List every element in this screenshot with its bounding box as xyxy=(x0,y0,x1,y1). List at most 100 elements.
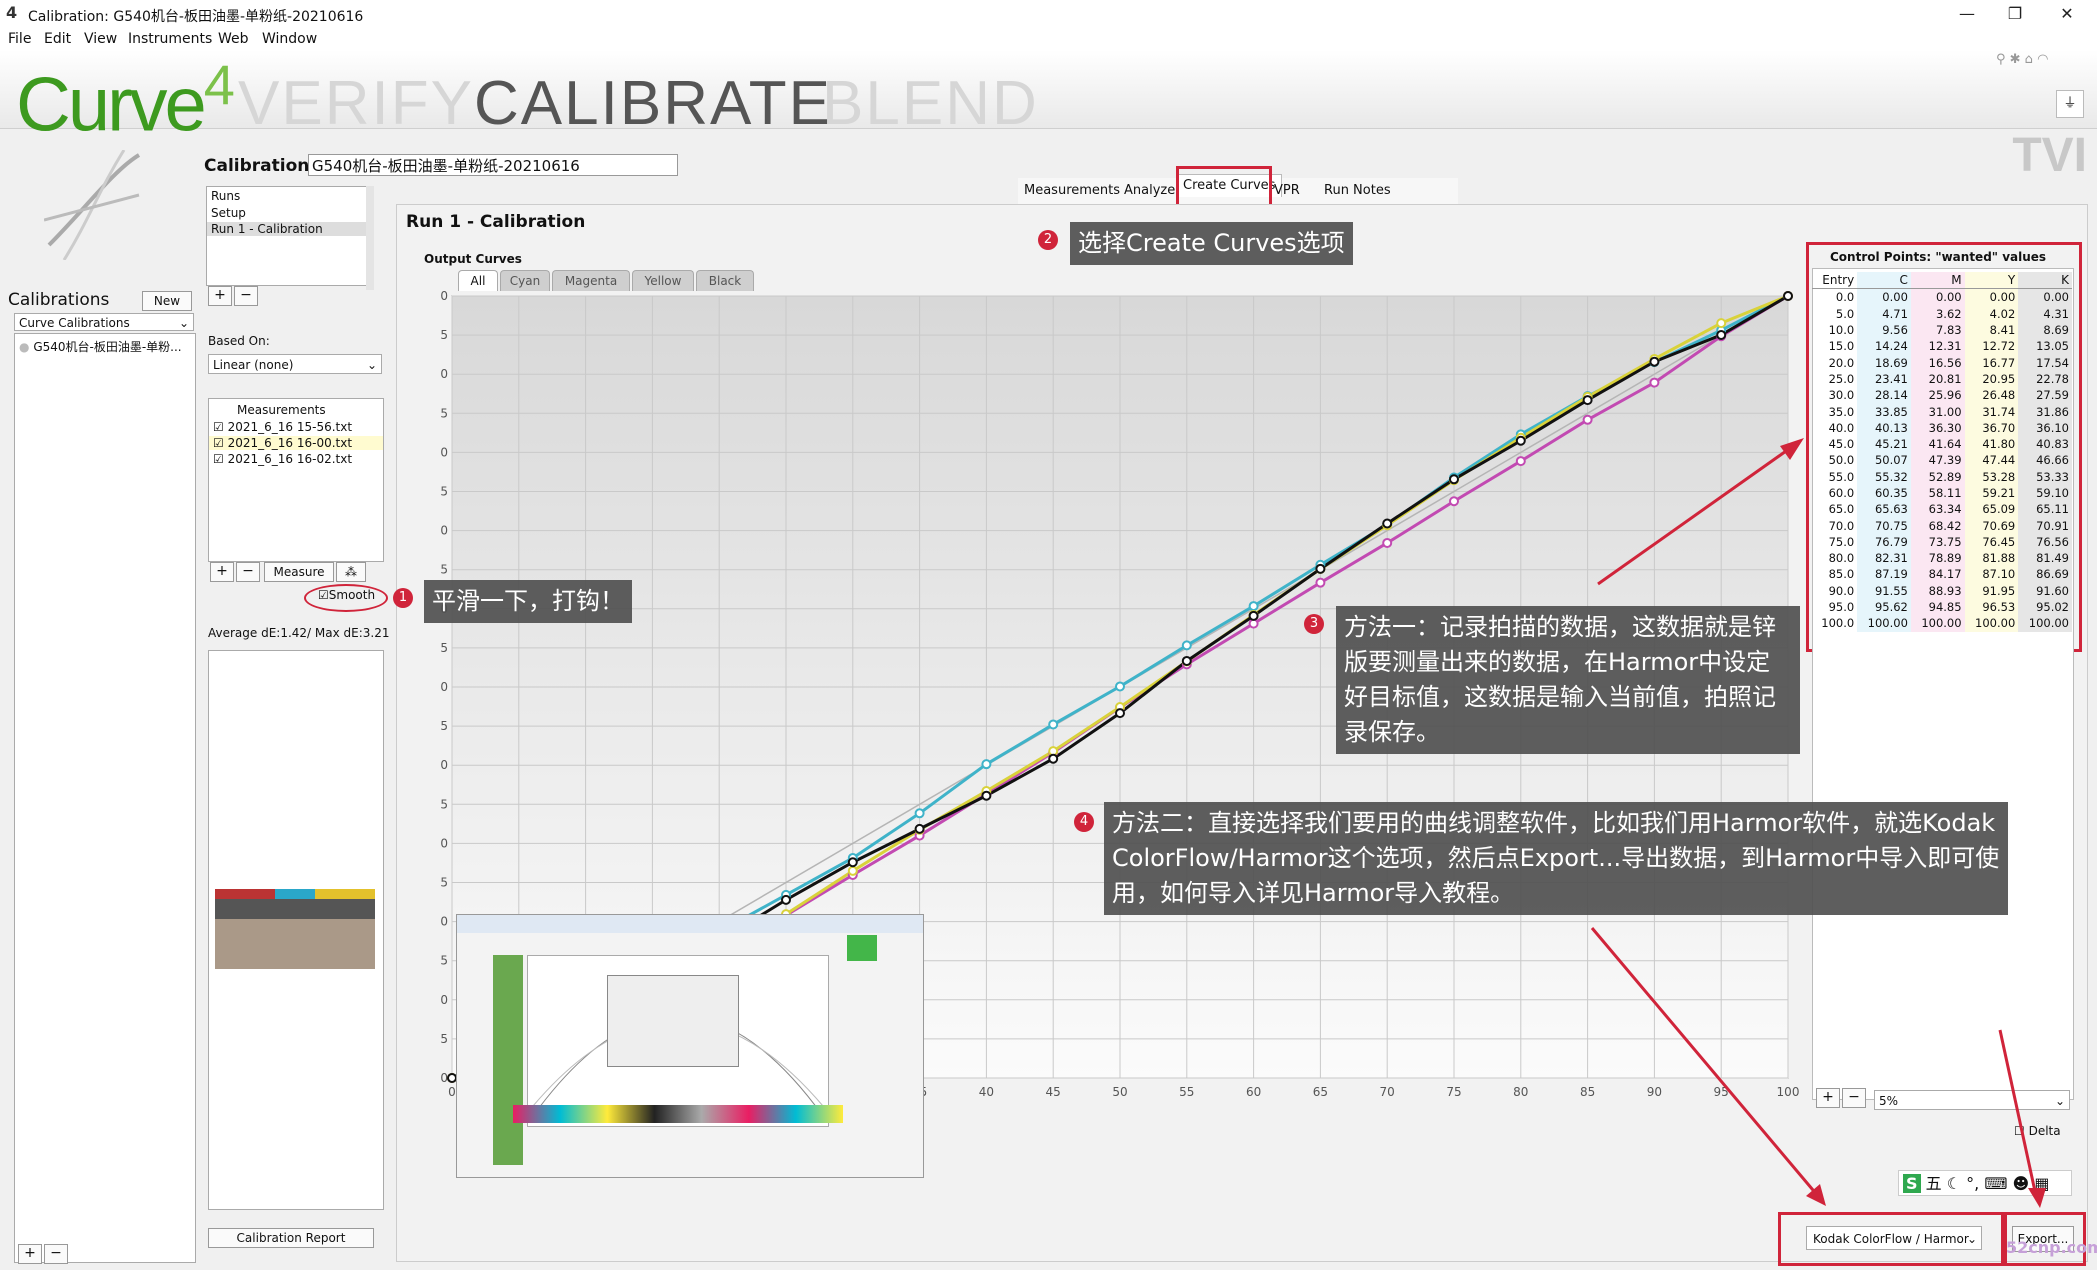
table-cell[interactable]: 87.19 xyxy=(1857,566,1911,583)
data-point-K[interactable] xyxy=(1582,395,1593,406)
table-cell[interactable]: 4.71 xyxy=(1857,305,1911,322)
table-cell[interactable]: 16.77 xyxy=(1964,354,2019,371)
table-cell[interactable]: 86.69 xyxy=(2018,566,2072,583)
data-point-C[interactable] xyxy=(1115,681,1125,692)
run-tree[interactable]: Runs Setup Run 1 - Calibration xyxy=(206,186,368,286)
menu-file[interactable]: File xyxy=(8,31,31,47)
add-calibration-button[interactable]: + xyxy=(18,1244,42,1264)
table-cell[interactable]: 95.62 xyxy=(1857,598,1911,616)
table-row[interactable]: 100.0 100.00 100.00 100.00 100.00 xyxy=(1812,615,2072,632)
table-row[interactable]: 85.0 87.19 84.17 87.10 86.69 xyxy=(1812,566,2072,583)
table-cell[interactable]: 52.89 xyxy=(1910,468,1965,485)
table-row[interactable]: 20.0 18.69 16.56 16.77 17.54 xyxy=(1812,354,2072,371)
table-cell[interactable]: 70.91 xyxy=(2018,517,2072,534)
table-cell[interactable]: 76.45 xyxy=(1964,533,2019,551)
checkbox-icon[interactable]: ☑ xyxy=(213,420,224,434)
table-cell[interactable]: 91.60 xyxy=(2018,582,2072,599)
table-cell[interactable]: 36.70 xyxy=(1964,419,2019,436)
mode-calibrate[interactable]: CALIBRATE xyxy=(474,68,832,139)
table-cell[interactable]: 75.0 xyxy=(1812,534,1857,550)
table-cell[interactable]: 10.0 xyxy=(1812,322,1857,338)
table-cell[interactable]: 91.95 xyxy=(1964,582,2019,599)
tab-run-notes[interactable]: Run Notes xyxy=(1318,180,1397,202)
table-row[interactable]: 60.0 60.35 58.11 59.21 59.10 xyxy=(1812,484,2072,502)
data-point-M[interactable] xyxy=(1449,496,1459,507)
close-icon[interactable]: ✕ xyxy=(2044,2,2090,26)
table-cell[interactable]: 0.00 xyxy=(2018,288,2072,306)
table-cell[interactable]: 100.00 xyxy=(1857,615,1911,632)
tree-item-run1[interactable]: Run 1 - Calibration xyxy=(207,222,367,236)
data-point-M[interactable] xyxy=(1649,377,1660,388)
table-cell[interactable]: 65.09 xyxy=(1964,501,2019,518)
tab-measurements[interactable]: Measurements xyxy=(1018,180,1126,202)
checkbox-icon[interactable]: ☑ xyxy=(213,452,224,466)
table-cell[interactable]: 40.0 xyxy=(1812,420,1857,436)
table-cell[interactable]: 70.69 xyxy=(1964,517,2019,534)
remove-measurement-button[interactable]: − xyxy=(236,562,260,582)
data-point-C[interactable] xyxy=(1048,719,1059,730)
table-cell[interactable]: 7.83 xyxy=(1910,321,1965,339)
menu-window[interactable]: Window xyxy=(262,31,317,47)
list-item[interactable]: ☑ 2021_6_16 16-00.txt xyxy=(209,436,383,450)
control-points-table[interactable]: Entry C M Y K 0.0 0.00 0.00 0.00 0.00 5.0 4.71 3.62… xyxy=(1812,272,2072,632)
data-point-K[interactable] xyxy=(1649,356,1660,367)
table-cell[interactable]: 45.0 xyxy=(1812,436,1857,452)
data-point-M[interactable] xyxy=(1382,537,1393,548)
tree-item-runs[interactable]: Runs xyxy=(211,189,240,203)
table-row[interactable]: 70.0 70.75 68.42 70.69 70.91 xyxy=(1812,517,2072,534)
table-cell[interactable]: 59.21 xyxy=(1964,484,2019,502)
table-row[interactable]: 95.0 95.62 94.85 96.53 95.02 xyxy=(1812,598,2072,616)
table-cell[interactable]: 15.0 xyxy=(1812,338,1857,354)
table-cell[interactable]: 8.41 xyxy=(1964,321,2019,339)
add-run-button[interactable]: + xyxy=(208,286,232,306)
table-cell[interactable]: 85.0 xyxy=(1812,566,1857,582)
table-cell[interactable]: 50.0 xyxy=(1812,452,1857,468)
table-row[interactable]: 75.0 76.79 73.75 76.45 76.56 xyxy=(1812,533,2072,551)
table-cell[interactable]: 31.74 xyxy=(1964,403,2019,420)
data-point-K[interactable] xyxy=(847,857,858,868)
table-cell[interactable]: 53.28 xyxy=(1964,468,2019,485)
table-cell[interactable]: 81.49 xyxy=(2018,550,2072,567)
table-cell[interactable]: 60.35 xyxy=(1857,484,1911,502)
table-row[interactable]: 0.0 0.00 0.00 0.00 0.00 xyxy=(1812,288,2072,306)
data-point-K[interactable] xyxy=(981,790,992,801)
tree-item-setup[interactable]: Setup xyxy=(211,206,246,220)
table-cell[interactable]: 4.31 xyxy=(2018,305,2072,322)
table-cell[interactable]: 50.07 xyxy=(1857,452,1911,469)
data-point-K[interactable] xyxy=(1048,753,1059,764)
measurements-list[interactable]: Measurements ☑ 2021_6_16 15-56.txt ☑ 202… xyxy=(208,398,384,562)
table-cell[interactable]: 40.83 xyxy=(2018,435,2072,453)
table-cell[interactable]: 31.86 xyxy=(2018,403,2072,420)
table-row[interactable]: 80.0 82.31 78.89 81.88 81.49 xyxy=(1812,550,2072,567)
table-row[interactable]: 5.0 4.71 3.62 4.02 4.31 xyxy=(1812,305,2072,322)
table-cell[interactable]: 13.05 xyxy=(2018,338,2072,355)
table-cell[interactable]: 41.64 xyxy=(1910,435,1965,453)
table-cell[interactable]: 55.0 xyxy=(1812,469,1857,485)
table-cell[interactable]: 0.00 xyxy=(1910,288,1965,306)
table-cell[interactable]: 100.00 xyxy=(2018,615,2072,632)
table-cell[interactable]: 3.62 xyxy=(1910,305,1965,322)
table-cell[interactable]: 20.95 xyxy=(1964,370,2019,388)
data-point-K[interactable] xyxy=(1716,329,1727,340)
checkbox-icon[interactable]: ☑ xyxy=(213,436,224,450)
table-cell[interactable]: 22.78 xyxy=(2018,370,2072,388)
remove-point-button[interactable]: − xyxy=(1842,1088,1866,1108)
table-row[interactable]: 65.0 65.63 63.34 65.09 65.11 xyxy=(1812,501,2072,518)
data-point-C[interactable] xyxy=(1248,601,1259,612)
table-cell[interactable]: 20.81 xyxy=(1910,370,1965,388)
table-cell[interactable]: 12.72 xyxy=(1964,338,2019,355)
data-point-K[interactable] xyxy=(1783,291,1793,301)
table-cell[interactable]: 28.14 xyxy=(1857,387,1911,404)
table-cell[interactable]: 94.85 xyxy=(1910,598,1965,616)
add-measurement-button[interactable]: + xyxy=(210,562,234,582)
table-cell[interactable]: 46.66 xyxy=(2018,452,2072,469)
tab-vpr[interactable]: VPR xyxy=(1268,180,1306,202)
table-cell[interactable]: 65.11 xyxy=(2018,501,2072,518)
table-cell[interactable]: 12.31 xyxy=(1910,338,1965,355)
table-cell[interactable]: 40.13 xyxy=(1857,419,1911,436)
table-cell[interactable]: 45.21 xyxy=(1857,435,1911,453)
ime-toolbar[interactable]: S 五 ☾ °, ⌨ ☻ ▦ xyxy=(1898,1170,2072,1196)
table-cell[interactable]: 20.0 xyxy=(1812,354,1857,370)
checkbox-icon[interactable]: ☐ xyxy=(2014,1124,2025,1138)
table-cell[interactable]: 60.0 xyxy=(1812,485,1857,501)
